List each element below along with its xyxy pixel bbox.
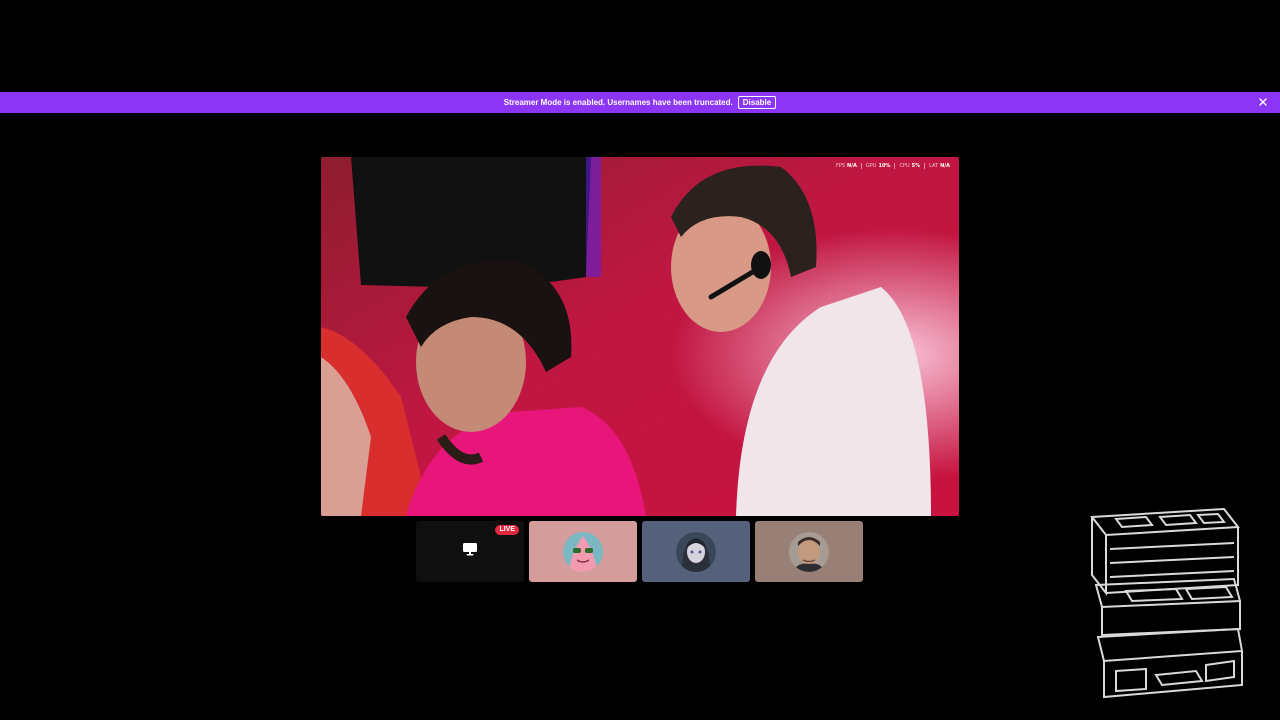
stream-video[interactable]: FPS N/A GPU 10% CPU 5% LAT N/A [321,157,959,516]
close-icon[interactable] [1257,96,1269,108]
stat-cpu: CPU 5% [894,163,924,169]
cube-logo [1086,505,1246,705]
app-window: Streamer Mode is enabled. Usernames have… [0,0,1280,720]
disable-streamer-mode-button[interactable]: Disable [737,96,777,109]
live-badge: LIVE [495,525,519,535]
stat-fps-label: FPS [835,163,846,169]
streamer-mode-notice: Streamer Mode is enabled. Usernames have… [0,92,1280,113]
participant-tile-2[interactable] [642,521,750,582]
stat-gpu-label: GPU [865,163,877,169]
screen-share-tile[interactable]: LIVE [416,521,524,582]
avatar [676,531,716,572]
notice-message: Streamer Mode is enabled. Usernames have… [503,98,733,107]
stream-frame [321,157,959,516]
stat-fps-value: N/A [847,163,857,169]
stat-cpu-value: 5% [911,163,921,169]
stat-lat-value: N/A [940,163,950,169]
participant-tiles: LIVE [416,521,863,582]
stat-cpu-label: CPU [899,163,910,169]
stat-gpu-value: 10% [878,163,891,169]
stat-fps: FPS N/A [832,163,861,169]
stat-gpu: GPU 10% [860,163,895,169]
avatar [563,531,603,572]
stream-stats: FPS N/A GPU 10% CPU 5% LAT N/A [832,163,954,169]
stat-lat-label: LAT [929,163,939,169]
participant-tile-1[interactable] [529,521,637,582]
screen-share-icon [462,542,478,561]
participant-tile-3[interactable] [755,521,863,582]
stat-lat: LAT N/A [924,163,954,169]
avatar [789,531,829,572]
